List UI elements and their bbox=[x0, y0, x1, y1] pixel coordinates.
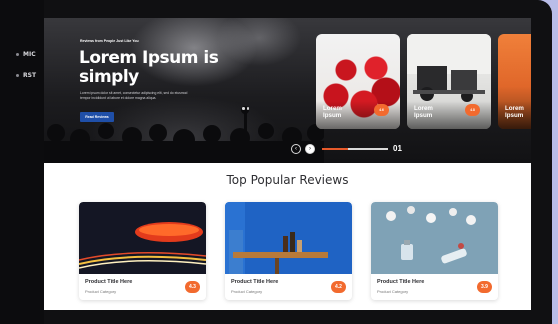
section-title: Top Popular Reviews bbox=[226, 173, 349, 187]
mic-indicator-dot bbox=[16, 53, 19, 56]
perfume-bottles-image bbox=[371, 202, 498, 274]
rating-badge: 3.9 bbox=[477, 281, 492, 293]
reset-indicator-dot bbox=[16, 74, 19, 77]
product-category: Product Category bbox=[231, 289, 263, 294]
hero-card-sunset[interactable]: Lorem Ipsum bbox=[498, 34, 531, 129]
hero-card-strawberries[interactable]: Lorem Ipsum 4.6 bbox=[316, 34, 400, 129]
mic-button[interactable]: MIC bbox=[16, 51, 36, 58]
hero-card-label: Lorem Ipsum bbox=[414, 105, 433, 120]
cafe-illustration bbox=[225, 202, 352, 274]
device-bezel: MIC RST bbox=[0, 0, 44, 324]
product-title: Product Title Here bbox=[231, 279, 279, 285]
perfume-illustration bbox=[371, 202, 498, 274]
slider-progress-fill bbox=[322, 148, 349, 150]
mic-label: MIC bbox=[23, 51, 36, 58]
product-category: Product Category bbox=[377, 289, 409, 294]
hero-card-label: Lorem Ipsum bbox=[505, 105, 524, 120]
stadium-night-image bbox=[79, 202, 206, 274]
tablet-frame: MIC RST Reviews from People Just Like Yo… bbox=[0, 0, 552, 324]
crowd-silhouette bbox=[44, 106, 324, 163]
product-title: Product Title Here bbox=[377, 279, 425, 285]
dot[interactable] bbox=[246, 107, 249, 110]
rating-badge: 4.2 bbox=[331, 281, 346, 293]
hero-card-label: Lorem Ipsum bbox=[323, 105, 342, 120]
hero-card-badge: 4.8 bbox=[465, 104, 480, 116]
product-title: Product Title Here bbox=[85, 279, 133, 285]
previous-slide-button[interactable]: ‹ bbox=[291, 144, 301, 154]
hero-kicker: Reviews from People Just Like You bbox=[80, 39, 139, 43]
hero-title: Lorem Ipsum is simply bbox=[79, 48, 219, 87]
cafe-table-image bbox=[225, 202, 352, 274]
review-card[interactable]: Product Title Here Product Category 3.9 bbox=[371, 202, 498, 300]
hero-card-badge: 4.6 bbox=[374, 104, 389, 116]
hero-banner: Reviews from People Just Like You Lorem … bbox=[44, 18, 531, 163]
read-reviews-button[interactable]: Read Reviews bbox=[80, 112, 114, 122]
rating-badge: 4.3 bbox=[185, 281, 200, 293]
dot[interactable] bbox=[242, 107, 245, 110]
product-category: Product Category bbox=[85, 289, 117, 294]
reset-label: RST bbox=[23, 72, 37, 79]
stadium-illustration bbox=[79, 202, 206, 274]
chevron-right-icon: › bbox=[309, 146, 311, 152]
screen: Reviews from People Just Like You Lorem … bbox=[44, 18, 531, 310]
reset-button[interactable]: RST bbox=[16, 72, 36, 79]
hero-description: Lorem ipsum dolor sit amet, consectetur … bbox=[80, 91, 188, 100]
hero-card-gym[interactable]: Lorem Ipsum 4.8 bbox=[407, 34, 491, 129]
slider-controls: ‹ › bbox=[291, 144, 315, 154]
hero-pagination-dots bbox=[242, 107, 249, 110]
chevron-left-icon: ‹ bbox=[295, 146, 297, 152]
next-slide-button[interactable]: › bbox=[305, 144, 315, 154]
slide-number: 01 bbox=[393, 144, 402, 153]
review-card[interactable]: Product Title Here Product Category 4.2 bbox=[225, 202, 352, 300]
review-card[interactable]: Product Title Here Product Category 4.3 bbox=[79, 202, 206, 300]
slider-progress-bar bbox=[322, 148, 388, 150]
